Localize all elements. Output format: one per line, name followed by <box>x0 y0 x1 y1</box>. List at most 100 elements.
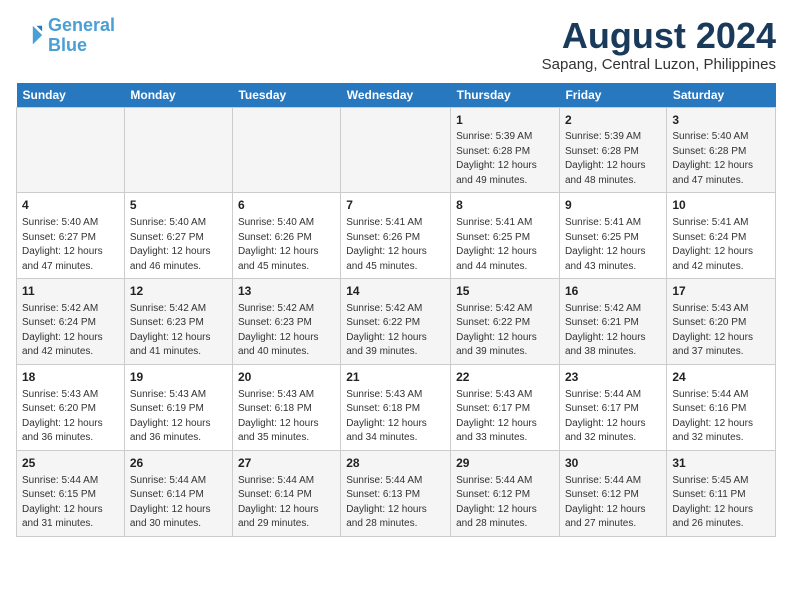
cell-content: Sunrise: 5:44 AM Sunset: 6:16 PM Dayligh… <box>672 388 770 446</box>
cell-content: Sunrise: 5:42 AM Sunset: 6:23 PM Dayligh… <box>238 302 335 360</box>
day-number: 26 <box>130 455 227 472</box>
cell-content: Sunrise: 5:44 AM Sunset: 6:14 PM Dayligh… <box>238 474 335 532</box>
day-number: 9 <box>565 197 661 214</box>
day-number: 22 <box>456 369 554 386</box>
cell-content: Sunrise: 5:41 AM Sunset: 6:24 PM Dayligh… <box>672 216 770 274</box>
calendar-table: SundayMondayTuesdayWednesdayThursdayFrid… <box>16 83 776 537</box>
day-number: 24 <box>672 369 770 386</box>
calendar-cell: 12 Sunrise: 5:42 AM Sunset: 6:23 PM Dayli… <box>124 279 232 365</box>
page-header: General Blue August 2024 Sapang, Central… <box>16 16 776 73</box>
calendar-cell <box>341 107 451 193</box>
cell-content: Sunrise: 5:41 AM Sunset: 6:26 PM Dayligh… <box>346 216 445 274</box>
day-number: 14 <box>346 283 445 300</box>
calendar-cell: 18Sunrise: 5:43 AM Sunset: 6:20 PM Dayli… <box>17 364 125 450</box>
calendar-cell: 28 Sunrise: 5:44 AM Sunset: 6:13 PM Dayli… <box>341 450 451 536</box>
day-number: 30 <box>565 455 661 472</box>
logo-text: General Blue <box>48 16 115 56</box>
header-sunday: Sunday <box>17 83 125 108</box>
calendar-cell: 4 Sunrise: 5:40 AM Sunset: 6:27 PM Daylig… <box>17 193 125 279</box>
cell-content: Sunrise: 5:44 AM Sunset: 6:14 PM Dayligh… <box>130 474 227 532</box>
week-row-4: 18Sunrise: 5:43 AM Sunset: 6:20 PM Dayli… <box>17 364 776 450</box>
calendar-cell: 29 Sunrise: 5:44 AM Sunset: 6:12 PM Dayli… <box>451 450 560 536</box>
cell-content: Sunrise: 5:40 AM Sunset: 6:28 PM Dayligh… <box>672 130 770 188</box>
day-number: 27 <box>238 455 335 472</box>
cell-content: Sunrise: 5:42 AM Sunset: 6:23 PM Dayligh… <box>130 302 227 360</box>
calendar-cell <box>232 107 340 193</box>
calendar-cell: 21Sunrise: 5:43 AM Sunset: 6:18 PM Dayli… <box>341 364 451 450</box>
calendar-cell: 8 Sunrise: 5:41 AM Sunset: 6:25 PM Daylig… <box>451 193 560 279</box>
day-number: 31 <box>672 455 770 472</box>
calendar-cell: 14Sunrise: 5:42 AM Sunset: 6:22 PM Dayli… <box>341 279 451 365</box>
day-number: 2 <box>565 112 661 129</box>
cell-content: Sunrise: 5:44 AM Sunset: 6:15 PM Dayligh… <box>22 474 119 532</box>
calendar-cell: 11Sunrise: 5:42 AM Sunset: 6:24 PM Dayli… <box>17 279 125 365</box>
calendar-cell: 27 Sunrise: 5:44 AM Sunset: 6:14 PM Dayli… <box>232 450 340 536</box>
calendar-cell: 9Sunrise: 5:41 AM Sunset: 6:25 PM Daylig… <box>559 193 666 279</box>
week-row-5: 25 Sunrise: 5:44 AM Sunset: 6:15 PM Dayli… <box>17 450 776 536</box>
cell-content: Sunrise: 5:40 AM Sunset: 6:26 PM Dayligh… <box>238 216 335 274</box>
calendar-cell: 6 Sunrise: 5:40 AM Sunset: 6:26 PM Daylig… <box>232 193 340 279</box>
calendar-cell: 19 Sunrise: 5:43 AM Sunset: 6:19 PM Dayli… <box>124 364 232 450</box>
day-number: 20 <box>238 369 335 386</box>
day-number: 17 <box>672 283 770 300</box>
cell-content: Sunrise: 5:40 AM Sunset: 6:27 PM Dayligh… <box>22 216 119 274</box>
day-number: 28 <box>346 455 445 472</box>
day-number: 21 <box>346 369 445 386</box>
calendar-cell: 7 Sunrise: 5:41 AM Sunset: 6:26 PM Daylig… <box>341 193 451 279</box>
day-number: 6 <box>238 197 335 214</box>
logo: General Blue <box>16 16 115 56</box>
calendar-body: 1Sunrise: 5:39 AM Sunset: 6:28 PM Daylig… <box>17 107 776 536</box>
day-number: 13 <box>238 283 335 300</box>
day-number: 12 <box>130 283 227 300</box>
logo-icon <box>16 22 44 50</box>
calendar-cell: 1Sunrise: 5:39 AM Sunset: 6:28 PM Daylig… <box>451 107 560 193</box>
cell-content: Sunrise: 5:40 AM Sunset: 6:27 PM Dayligh… <box>130 216 227 274</box>
calendar-cell: 23Sunrise: 5:44 AM Sunset: 6:17 PM Dayli… <box>559 364 666 450</box>
header-thursday: Thursday <box>451 83 560 108</box>
day-number: 8 <box>456 197 554 214</box>
cell-content: Sunrise: 5:39 AM Sunset: 6:28 PM Dayligh… <box>565 130 661 188</box>
cell-content: Sunrise: 5:43 AM Sunset: 6:19 PM Dayligh… <box>130 388 227 446</box>
week-row-2: 4 Sunrise: 5:40 AM Sunset: 6:27 PM Daylig… <box>17 193 776 279</box>
day-number: 18 <box>22 369 119 386</box>
day-number: 19 <box>130 369 227 386</box>
cell-content: Sunrise: 5:44 AM Sunset: 6:13 PM Dayligh… <box>346 474 445 532</box>
calendar-cell: 13 Sunrise: 5:42 AM Sunset: 6:23 PM Dayli… <box>232 279 340 365</box>
calendar-cell <box>17 107 125 193</box>
calendar-cell: 24 Sunrise: 5:44 AM Sunset: 6:16 PM Dayli… <box>667 364 776 450</box>
location: Sapang, Central Luzon, Philippines <box>542 56 776 73</box>
calendar-cell: 20 Sunrise: 5:43 AM Sunset: 6:18 PM Dayli… <box>232 364 340 450</box>
calendar-cell: 25 Sunrise: 5:44 AM Sunset: 6:15 PM Dayli… <box>17 450 125 536</box>
header-friday: Friday <box>559 83 666 108</box>
cell-content: Sunrise: 5:45 AM Sunset: 6:11 PM Dayligh… <box>672 474 770 532</box>
calendar-cell: 22 Sunrise: 5:43 AM Sunset: 6:17 PM Dayli… <box>451 364 560 450</box>
calendar-cell: 10 Sunrise: 5:41 AM Sunset: 6:24 PM Dayli… <box>667 193 776 279</box>
calendar-header-row: SundayMondayTuesdayWednesdayThursdayFrid… <box>17 83 776 108</box>
day-number: 7 <box>346 197 445 214</box>
header-saturday: Saturday <box>667 83 776 108</box>
day-number: 5 <box>130 197 227 214</box>
day-number: 16 <box>565 283 661 300</box>
calendar-cell: 5 Sunrise: 5:40 AM Sunset: 6:27 PM Daylig… <box>124 193 232 279</box>
cell-content: Sunrise: 5:42 AM Sunset: 6:21 PM Dayligh… <box>565 302 661 360</box>
day-number: 1 <box>456 112 554 129</box>
day-number: 15 <box>456 283 554 300</box>
day-number: 25 <box>22 455 119 472</box>
cell-content: Sunrise: 5:39 AM Sunset: 6:28 PM Dayligh… <box>456 130 554 188</box>
month-year: August 2024 <box>542 16 776 56</box>
calendar-cell: 15Sunrise: 5:42 AM Sunset: 6:22 PM Dayli… <box>451 279 560 365</box>
cell-content: Sunrise: 5:43 AM Sunset: 6:18 PM Dayligh… <box>238 388 335 446</box>
day-number: 23 <box>565 369 661 386</box>
calendar-cell: 30Sunrise: 5:44 AM Sunset: 6:12 PM Dayli… <box>559 450 666 536</box>
day-number: 4 <box>22 197 119 214</box>
calendar-cell: 26 Sunrise: 5:44 AM Sunset: 6:14 PM Dayli… <box>124 450 232 536</box>
calendar-cell: 31 Sunrise: 5:45 AM Sunset: 6:11 PM Dayli… <box>667 450 776 536</box>
cell-content: Sunrise: 5:41 AM Sunset: 6:25 PM Dayligh… <box>456 216 554 274</box>
day-number: 29 <box>456 455 554 472</box>
header-wednesday: Wednesday <box>341 83 451 108</box>
calendar-cell <box>124 107 232 193</box>
cell-content: Sunrise: 5:44 AM Sunset: 6:12 PM Dayligh… <box>456 474 554 532</box>
calendar-cell: 2Sunrise: 5:39 AM Sunset: 6:28 PM Daylig… <box>559 107 666 193</box>
cell-content: Sunrise: 5:43 AM Sunset: 6:17 PM Dayligh… <box>456 388 554 446</box>
day-number: 10 <box>672 197 770 214</box>
